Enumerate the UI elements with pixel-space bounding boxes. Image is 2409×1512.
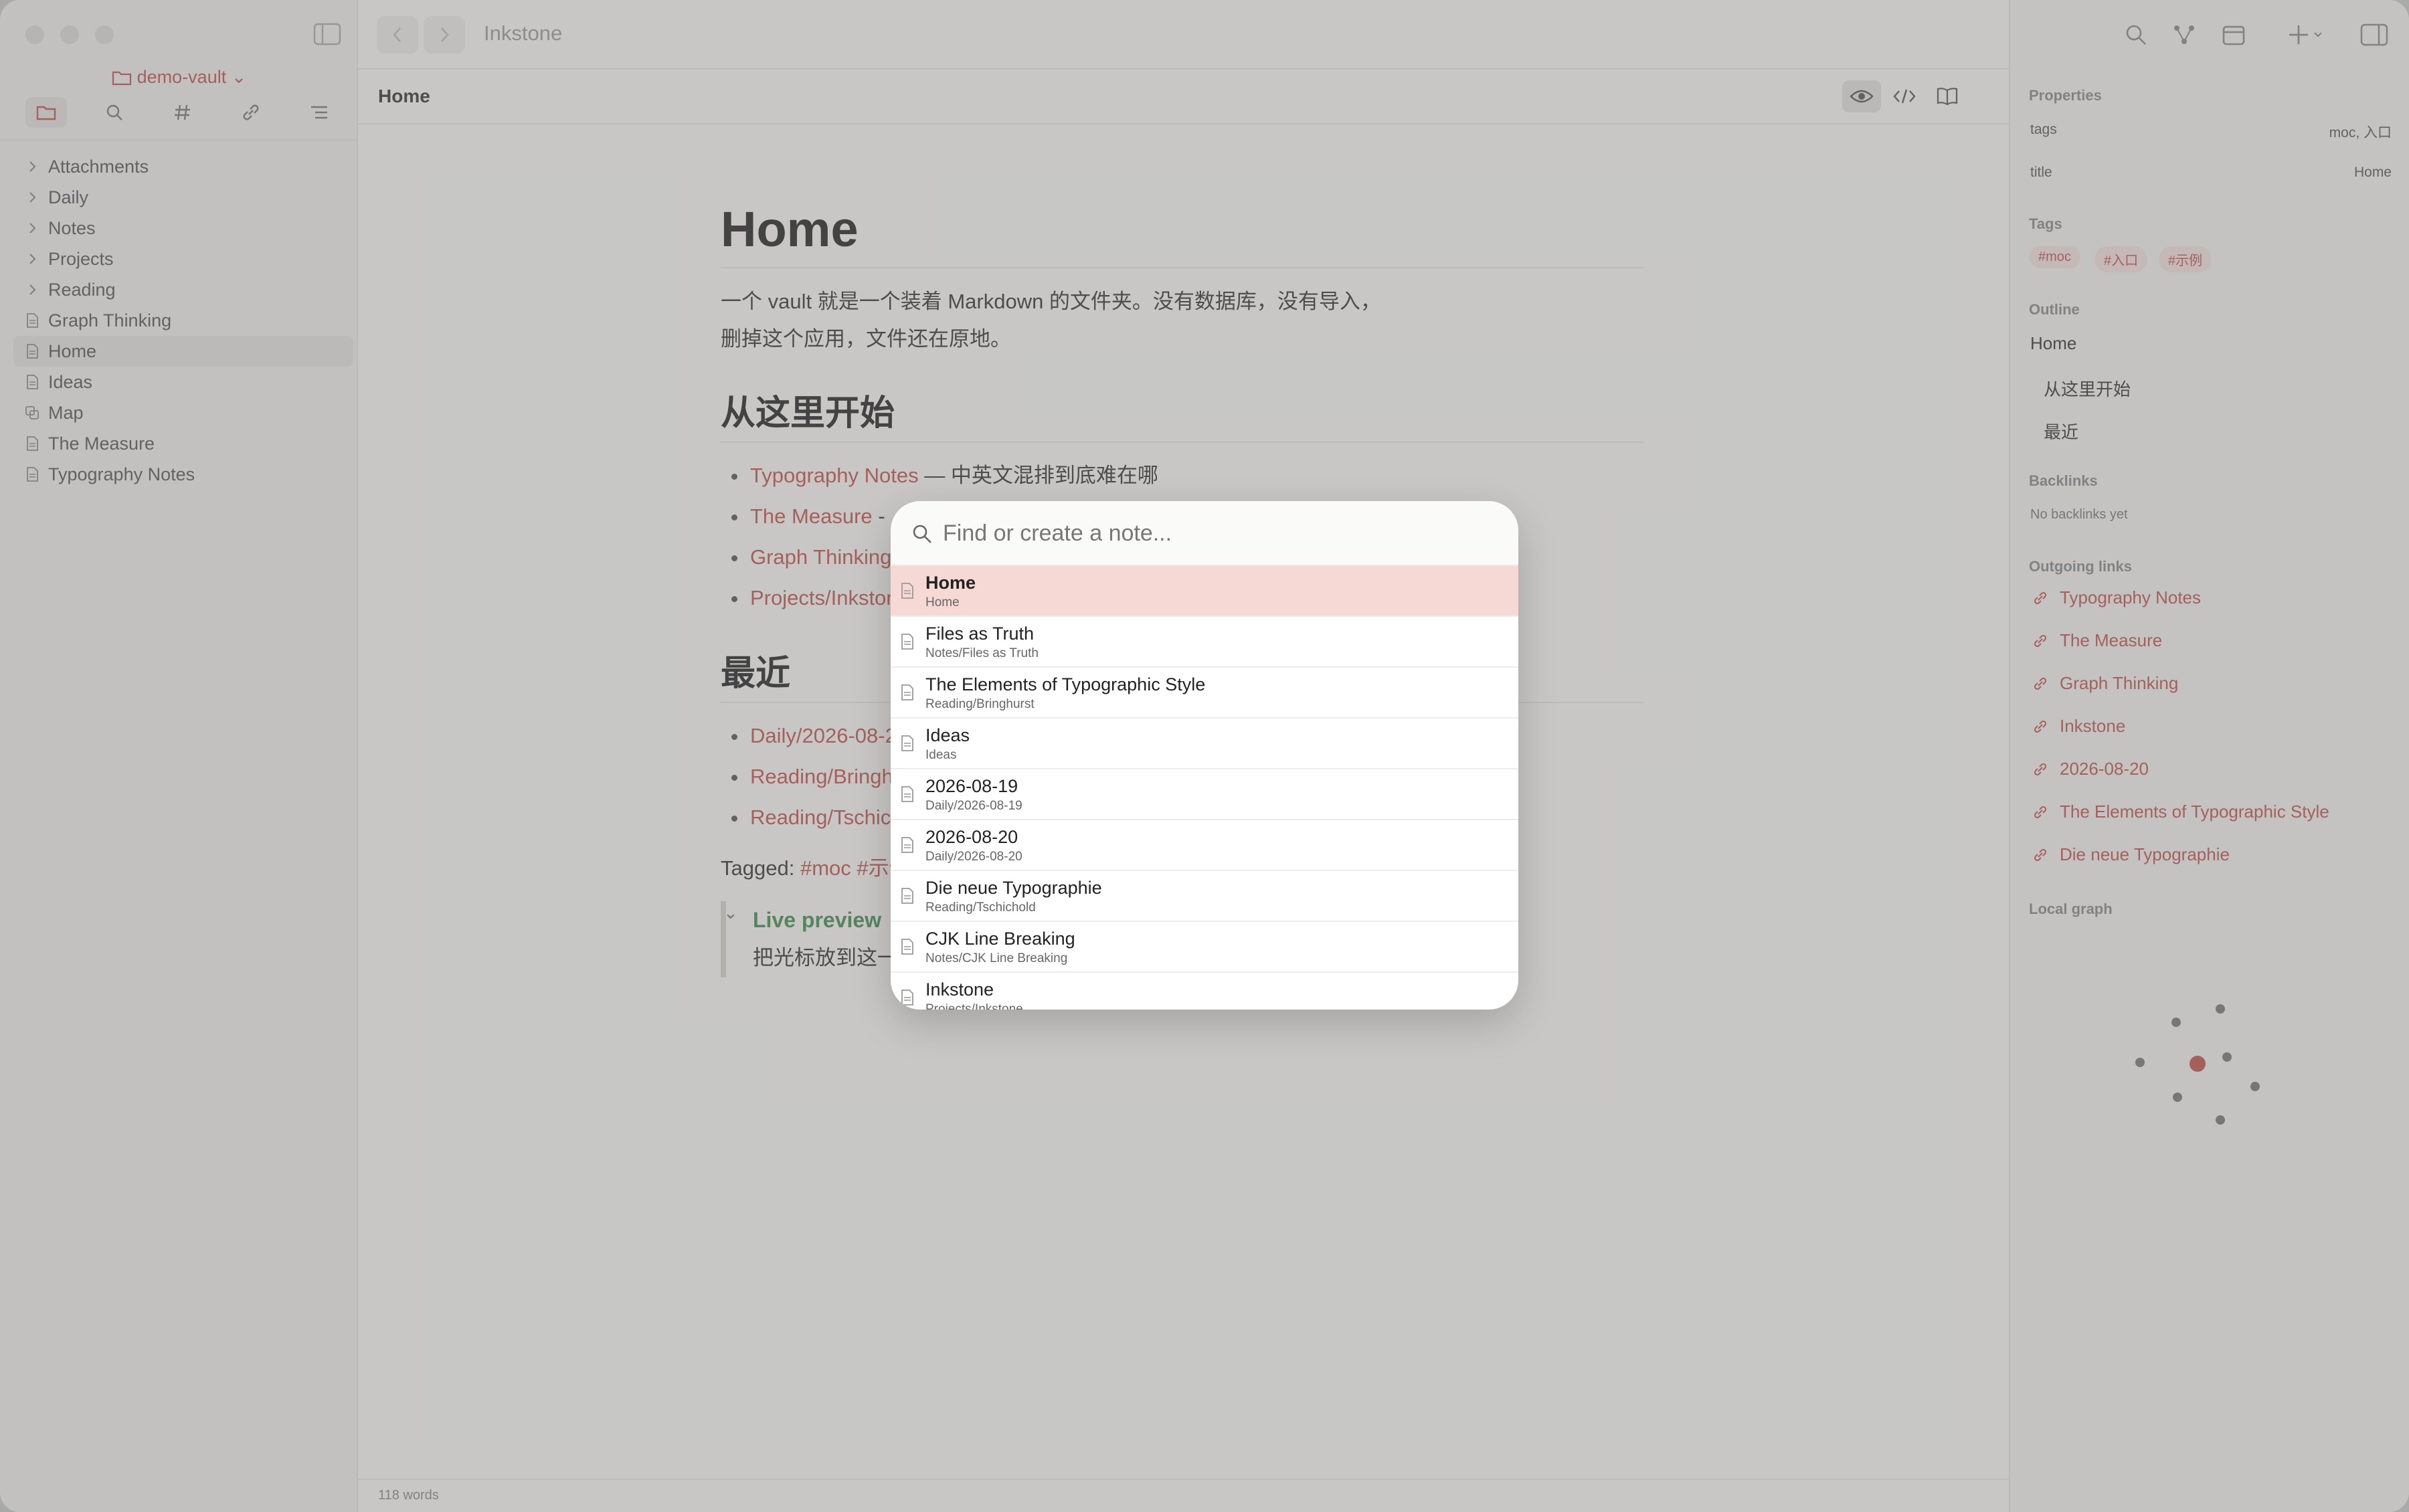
result-path: Daily/2026-08-19 <box>925 799 1022 813</box>
file-icon <box>901 888 913 904</box>
search-result[interactable]: The Elements of Typographic Style Reading… <box>891 668 1518 719</box>
quick-switcher: Home Home Files as Truth Notes/Files as Tru… <box>891 501 1518 1010</box>
search-result[interactable]: Files as Truth Notes/Files as Truth <box>891 617 1518 668</box>
file-icon <box>901 837 913 853</box>
file-icon <box>901 735 913 751</box>
search-result[interactable]: Inkstone Projects/Inkstone <box>891 973 1518 1010</box>
file-icon <box>901 583 913 599</box>
file-icon <box>901 786 913 802</box>
result-path: Home <box>925 595 960 609</box>
file-icon <box>901 684 913 700</box>
result-title: Files as Truth <box>925 624 1035 644</box>
result-title: Ideas <box>925 725 970 745</box>
search-result[interactable]: 2026-08-19 Daily/2026-08-19 <box>891 769 1518 820</box>
search-icon <box>913 525 931 543</box>
result-title: Inkstone <box>925 979 994 1000</box>
result-title: CJK Line Breaking <box>925 929 1075 949</box>
search-input[interactable] <box>943 514 1492 552</box>
result-title: 2026-08-19 <box>925 776 1018 796</box>
file-icon <box>901 989 913 1006</box>
search-result[interactable]: Ideas Ideas <box>891 719 1518 769</box>
file-icon <box>901 939 913 955</box>
result-path: Daily/2026-08-20 <box>925 850 1022 864</box>
result-path: Ideas <box>925 748 957 762</box>
search-result[interactable]: Die neue Typographie Reading/Tschichold <box>891 871 1518 922</box>
result-title: 2026-08-20 <box>925 827 1018 847</box>
result-list: Home Home Files as Truth Notes/Files as Tru… <box>891 566 1518 1010</box>
result-title: Home <box>925 573 976 593</box>
result-path: Notes/Files as Truth <box>925 646 1039 660</box>
quick-switcher-search <box>891 501 1518 566</box>
result-path: Notes/CJK Line Breaking <box>925 951 1068 965</box>
file-icon <box>901 634 913 650</box>
result-title: The Elements of Typographic Style <box>925 674 1206 694</box>
result-path: Reading/Bringhurst <box>925 697 1035 711</box>
result-path: Projects/Inkstone <box>925 1002 1023 1010</box>
search-result[interactable]: Home Home <box>891 566 1518 617</box>
result-title: Die neue Typographie <box>925 878 1102 898</box>
search-result[interactable]: CJK Line Breaking Notes/CJK Line Breaking <box>891 922 1518 973</box>
search-result[interactable]: 2026-08-20 Daily/2026-08-20 <box>891 820 1518 871</box>
result-path: Reading/Tschichold <box>925 901 1036 915</box>
